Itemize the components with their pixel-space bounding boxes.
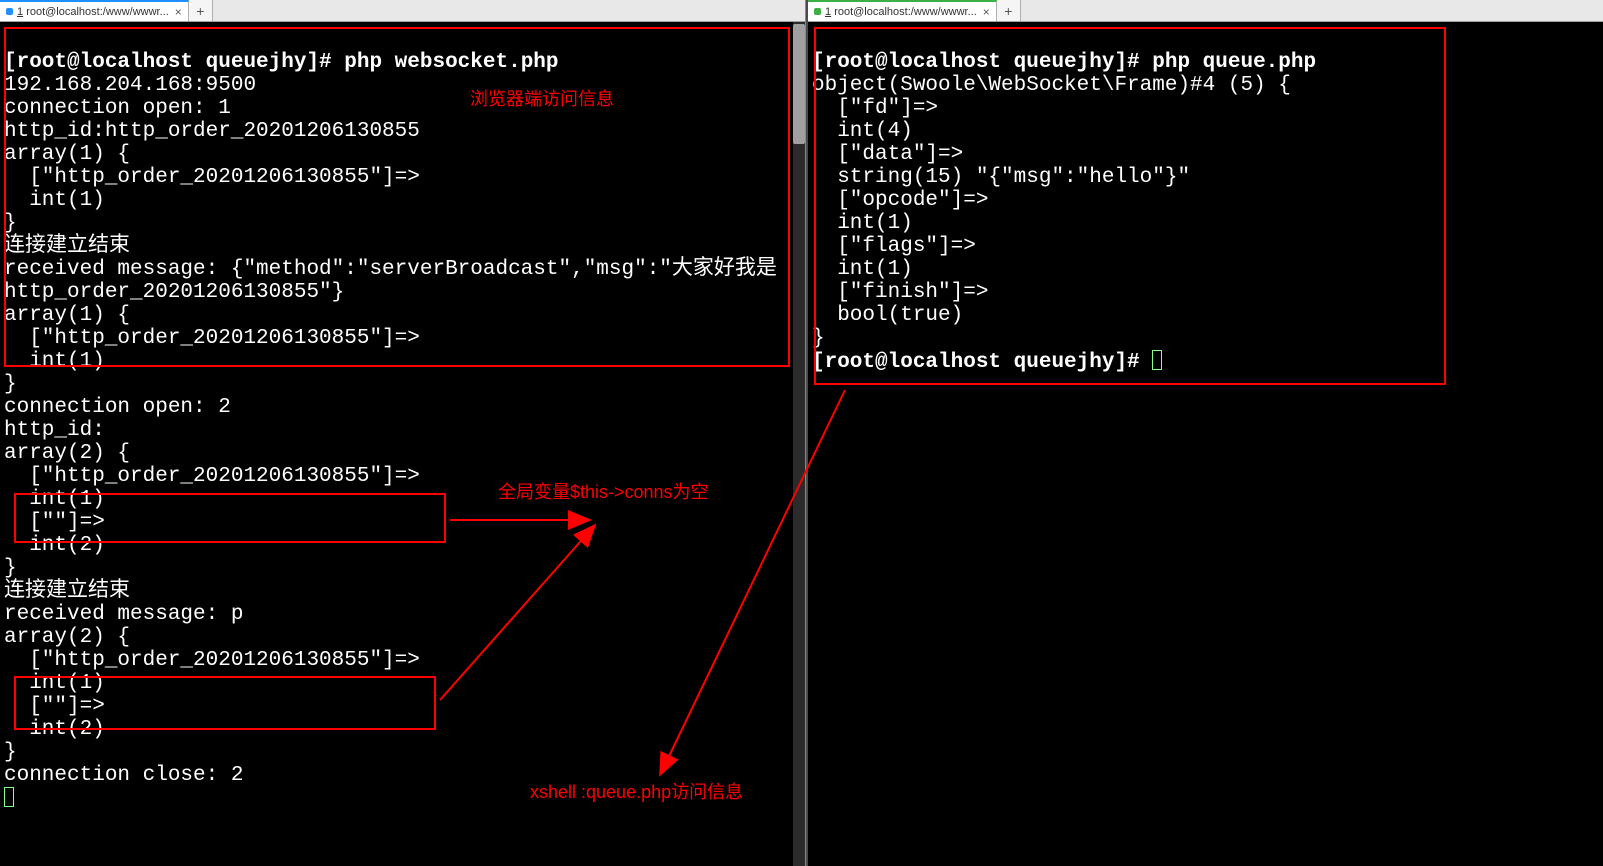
left-pane: 1 root@localhost:/www/wwwr... × + [root@… <box>0 0 806 866</box>
scroll-thumb[interactable] <box>793 24 805 144</box>
close-icon[interactable]: × <box>983 5 990 19</box>
terminal-left[interactable]: [root@localhost queuejhy]# php websocket… <box>0 22 805 866</box>
tab-label: 1 root@localhost:/www/wwwr... <box>825 6 977 18</box>
close-icon[interactable]: × <box>175 5 182 19</box>
tabbar-right: 1 root@localhost:/www/wwwr... × + <box>808 0 1603 22</box>
tab-left[interactable]: 1 root@localhost:/www/wwwr... × <box>0 0 189 21</box>
terminal-right[interactable]: [root@localhost queuejhy]# php queue.php… <box>808 22 1603 866</box>
tab-label: 1 root@localhost:/www/wwwr... <box>17 6 169 18</box>
new-tab-button[interactable]: + <box>189 0 213 21</box>
status-dot-icon <box>6 8 13 15</box>
tab-right[interactable]: 1 root@localhost:/www/wwwr... × <box>808 0 997 21</box>
status-dot-icon <box>814 8 821 15</box>
cursor-icon <box>1152 350 1162 370</box>
cursor-icon <box>4 787 14 807</box>
scrollbar-left[interactable] <box>793 22 805 866</box>
new-tab-button[interactable]: + <box>997 0 1021 21</box>
right-pane: 1 root@localhost:/www/wwwr... × + [root@… <box>808 0 1603 866</box>
tabbar-left: 1 root@localhost:/www/wwwr... × + <box>0 0 805 22</box>
